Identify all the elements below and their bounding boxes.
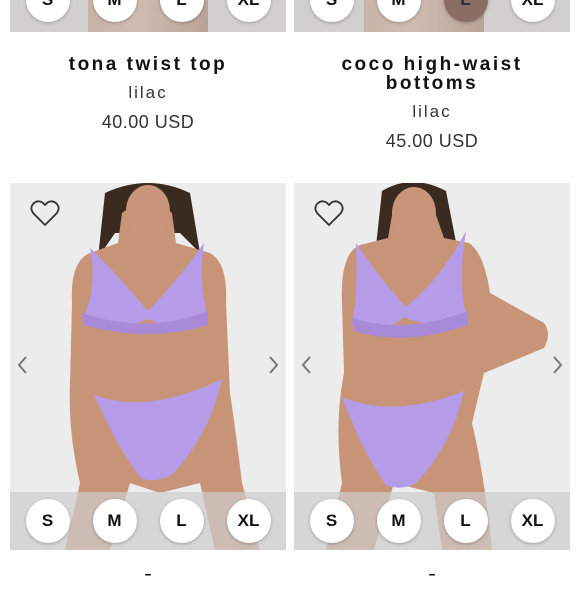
size-button-m[interactable]: M	[376, 0, 421, 22]
product-price: 45.00 USD	[385, 131, 479, 151]
chevron-right-icon[interactable]	[266, 355, 280, 375]
product-info: coco high-waist bottoms lilac 45.00 USD	[294, 55, 570, 152]
size-button-s[interactable]: S	[25, 0, 70, 22]
product-price: 40.00 USD	[101, 112, 195, 132]
size-options: S M L XL	[294, 0, 570, 22]
size-button-s[interactable]: S	[309, 0, 354, 22]
size-button-l[interactable]: L	[159, 499, 204, 543]
product-card[interactable]: S M L XL	[10, 183, 286, 550]
heart-outline-icon[interactable]	[30, 199, 60, 227]
next-product-name-peek: ˉ	[144, 571, 152, 592]
size-button-m[interactable]: M	[92, 0, 137, 22]
product-card[interactable]: S M L XL	[294, 183, 570, 550]
product-variant: lilac	[128, 83, 168, 102]
heart-outline-icon[interactable]	[314, 199, 344, 227]
size-button-xl[interactable]: XL	[226, 0, 271, 22]
chevron-left-icon[interactable]	[300, 355, 314, 375]
size-options: S M L XL	[10, 0, 286, 22]
product-variant: lilac	[412, 102, 452, 121]
size-button-xl[interactable]: XL	[510, 499, 555, 543]
size-button-s[interactable]: S	[25, 499, 70, 543]
size-button-l[interactable]: L	[159, 0, 204, 22]
size-options: S M L XL	[294, 499, 570, 543]
size-options: S M L XL	[10, 499, 286, 543]
product-card-top-left[interactable]: S M L XL	[10, 0, 286, 32]
product-card-top-right[interactable]: S M L XL	[294, 0, 570, 32]
size-button-m[interactable]: M	[376, 499, 421, 543]
product-info: tona twist top lilac 40.00 USD	[10, 55, 286, 133]
size-button-s[interactable]: S	[309, 499, 354, 543]
chevron-right-icon[interactable]	[550, 355, 564, 375]
size-button-xl[interactable]: XL	[510, 0, 555, 22]
product-name[interactable]: tona twist top	[10, 55, 286, 74]
size-button-m[interactable]: M	[92, 499, 137, 543]
size-button-l[interactable]: L	[443, 499, 488, 543]
size-button-xl[interactable]: XL	[226, 499, 271, 543]
chevron-left-icon[interactable]	[16, 355, 30, 375]
next-product-name-peek: ˉ	[428, 571, 436, 592]
product-name[interactable]: coco high-waist bottoms	[294, 55, 570, 93]
size-button-l[interactable]: L	[443, 0, 488, 22]
